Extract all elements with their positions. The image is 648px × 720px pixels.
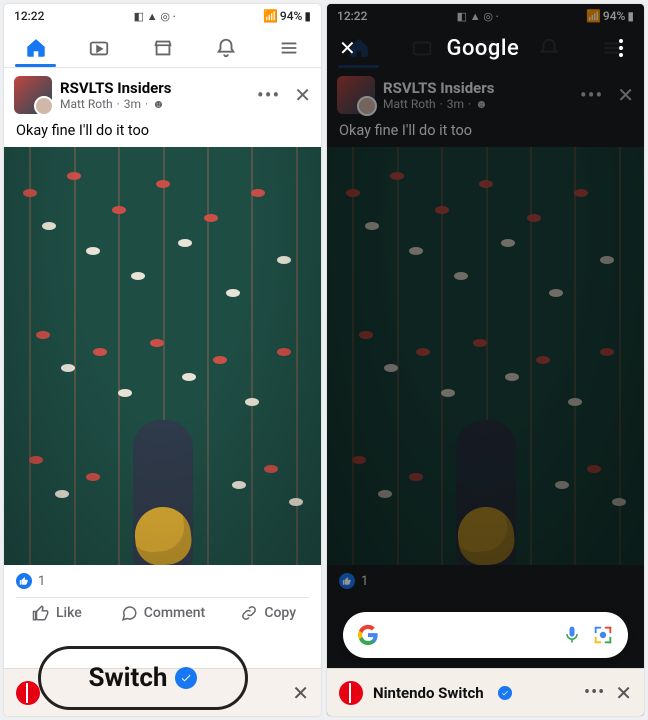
status-bar: 12:22 ◧ ▲ ◎ · 📶 94% ▮ [327, 4, 644, 28]
like-count: 1 [361, 574, 368, 589]
like-icon [16, 573, 32, 589]
tab-notifications[interactable] [194, 28, 257, 67]
status-tray-icons: ◧ ▲ ◎ · [134, 10, 176, 23]
meta-sep: · [145, 97, 148, 111]
status-battery: 94% [280, 9, 302, 23]
status-battery: 94% [603, 9, 625, 23]
like-count: 1 [38, 574, 45, 589]
google-search-pill[interactable] [343, 612, 628, 658]
comment-button[interactable]: Comment [110, 604, 216, 622]
post-header: RSVLTS Insiders Matt Roth · 3m · ☻ ••• ✕ [327, 68, 644, 118]
screenshot-left: 12:22 ◧ ▲ ◎ · 📶 94% ▮ [4, 4, 321, 716]
post-photo[interactable] [4, 147, 321, 565]
post-body: Okay fine I'll do it too [327, 118, 644, 147]
highlight-pill: Switch [38, 646, 248, 710]
close-button[interactable]: ✕ [339, 36, 356, 60]
post-body: Okay fine I'll do it too [4, 118, 321, 147]
verified-badge-icon [498, 686, 512, 700]
reactions-row[interactable]: 1 [4, 565, 321, 597]
google-g-icon [357, 624, 379, 646]
like-label: Like [56, 605, 82, 621]
status-battery-icon: ▮ [304, 9, 311, 23]
bottom-title: Nintendo Switch [373, 684, 484, 702]
post-age: 3m [124, 97, 141, 111]
verified-badge-icon [175, 667, 197, 689]
status-battery-icon: ▮ [627, 9, 634, 23]
tab-home[interactable] [4, 28, 67, 67]
post-actions: Like Comment Copy [4, 598, 321, 632]
post-photo [327, 147, 644, 565]
lens-icon[interactable] [592, 624, 614, 646]
bottom-close-button[interactable]: ✕ [292, 681, 309, 705]
status-bar: 12:22 ◧ ▲ ◎ · 📶 94% ▮ [4, 4, 321, 28]
screenshot-right: 12:22 ◧ ▲ ◎ · 📶 94% ▮ ✕ Google RSVLTS In… [327, 4, 644, 716]
status-signal-icon: 📶 [586, 9, 601, 23]
tab-menu[interactable] [258, 28, 321, 67]
avatar [337, 76, 375, 114]
post-header: RSVLTS Insiders Matt Roth · 3m · ☻ ••• ✕ [4, 68, 321, 118]
google-logo: Google [366, 36, 600, 61]
more-menu-button[interactable] [610, 37, 632, 59]
nintendo-logo-icon [339, 681, 363, 705]
avatar[interactable] [14, 76, 52, 114]
post-author[interactable]: Matt Roth [60, 97, 113, 111]
copy-label: Copy [264, 605, 296, 621]
status-time: 12:22 [337, 9, 367, 23]
highlight-text: Switch [89, 663, 168, 693]
reactions-row: 1 [327, 565, 644, 597]
meta-sep: · [117, 97, 120, 111]
status-signal-icon: 📶 [263, 9, 278, 23]
privacy-icon: ☻ [152, 97, 165, 111]
status-tray-icons: ◧ ▲ ◎ · [457, 10, 499, 23]
copy-button[interactable]: Copy [215, 604, 321, 622]
comment-label: Comment [144, 605, 205, 621]
like-icon [339, 573, 355, 589]
like-button[interactable]: Like [4, 604, 110, 622]
privacy-icon: ☻ [475, 97, 488, 111]
post-age: 3m [447, 97, 464, 111]
bottom-sheet[interactable]: Nintendo Switch ••• ✕ [327, 668, 644, 716]
bottom-menu-button[interactable]: ••• [584, 682, 605, 703]
google-lens-header: ✕ Google [327, 28, 644, 68]
mic-icon[interactable] [562, 625, 582, 645]
status-time: 12:22 [14, 9, 44, 23]
nintendo-logo-icon [16, 681, 40, 705]
tab-marketplace[interactable] [131, 28, 194, 67]
post-group-name[interactable]: RSVLTS Insiders [60, 79, 249, 97]
facebook-tabbar [4, 28, 321, 68]
post-author: Matt Roth [383, 97, 436, 111]
post-group-name: RSVLTS Insiders [383, 79, 572, 97]
bottom-close-button[interactable]: ✕ [615, 681, 632, 705]
tab-watch[interactable] [67, 28, 130, 67]
